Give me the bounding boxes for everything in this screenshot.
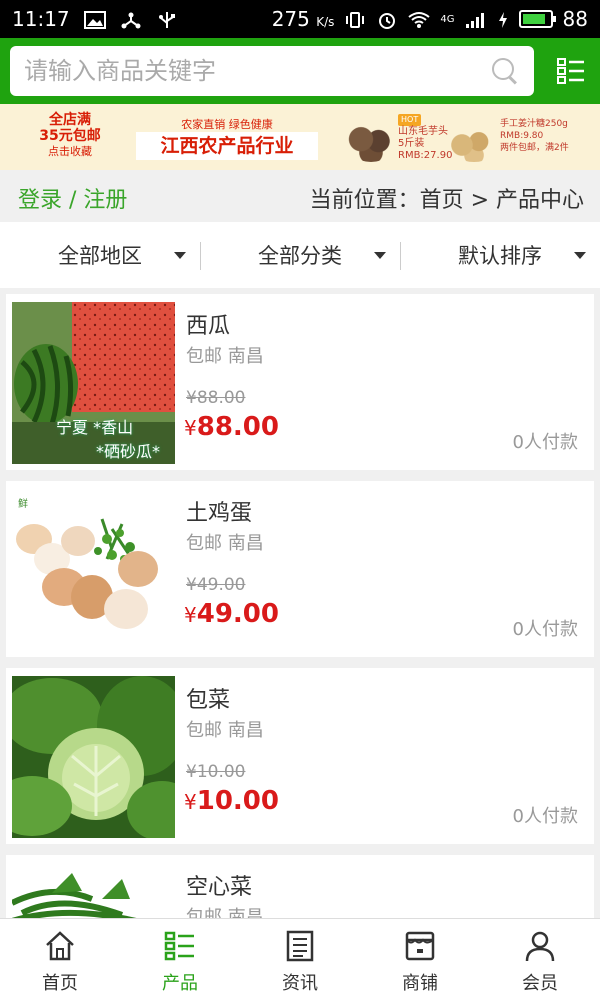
alarm-icon [376,10,398,29]
promo-banner[interactable]: 全店满 35元包邮 点击收藏 农家直销 绿色健康 江西农产品行业 HOT 山东毛… [0,104,600,170]
product-card[interactable]: 包菜 包邮 南昌 ¥10.00 ¥10.00 0人付款 [6,668,594,844]
charging-icon [497,10,509,28]
app-header [0,38,600,104]
product-image-water-spinach [12,863,175,918]
battery-icon [518,10,556,28]
nav-stores[interactable]: 商铺 [360,919,480,1000]
home-icon [46,931,74,961]
product-shipping: 包邮 南昌 [186,346,264,367]
list-menu-icon [557,58,584,84]
banner-promo: 全店满 35元包邮 点击收藏 [39,112,101,158]
taro-image [346,124,396,162]
bottom-nav: 首页 产品 资讯 商铺 会员 [0,918,600,1000]
product-original-price: ¥88.00 [186,388,246,408]
image-caption: 宁夏 *香山 [56,418,134,437]
filter-category[interactable]: 全部分类 [200,222,400,288]
product-card[interactable]: 空心菜 包邮 南昌 [6,855,594,918]
network-type: 4G [440,13,455,25]
nav-member[interactable]: 会员 [480,919,600,1000]
filter-region[interactable]: 全部地区 [0,222,200,288]
banner-title: 江西农产品行业 [136,132,318,160]
login-register-link[interactable]: 登录 / 注册 [18,182,127,214]
product-list: 宁夏 *香山 *硒砂瓜* 西瓜 包邮 南昌 ¥88.00 ¥88.00 0人付款 [0,288,600,918]
filter-bar: 全部地区 全部分类 默认排序 [0,222,600,288]
image-icon [83,10,106,29]
product-price: ¥10.00 [184,786,279,816]
location-bar: 登录 / 注册 当前位置：首页 > 产品中心 [0,170,600,222]
search-icon[interactable] [490,56,520,86]
search-box[interactable] [10,46,534,96]
product-original-price: ¥10.00 [186,762,246,782]
product-paid-count: 0人付款 [512,432,578,453]
store-icon [405,931,435,961]
search-input[interactable] [24,57,490,85]
list-icon [164,931,194,961]
category-menu-button[interactable] [556,56,586,86]
product-shipping: 包邮 南昌 [186,720,264,741]
nav-home[interactable]: 首页 [0,919,120,1000]
share-icon [120,10,142,29]
dropdown-arrow-icon [174,252,186,259]
product-original-price: ¥49.00 [186,575,246,595]
product-image-eggs: 鲜 [12,489,175,651]
product-paid-count: 0人付款 [512,806,578,827]
battery-percent: 88 [562,7,588,31]
product-image-watermelon: 宁夏 *香山 *硒砂瓜* [12,302,175,464]
dropdown-arrow-icon [374,252,386,259]
product-card[interactable]: 鲜 土鸡蛋 包邮 南昌 ¥49.00 ¥49.00 0人付款 [6,481,594,657]
product-shipping: 包邮 南昌 [186,907,264,918]
banner-item-2: 手工姜汁糖250g RMB:9.80 两件包邮，满2件 [500,119,569,153]
product-name: 土鸡蛋 [186,501,253,526]
filter-sort[interactable]: 默认排序 [400,222,600,288]
svg-text:鲜: 鲜 [18,497,28,510]
status-time: 11:17 [12,7,70,31]
wifi-icon [408,10,431,28]
nav-products[interactable]: 产品 [120,919,240,1000]
dropdown-arrow-icon [574,252,586,259]
product-paid-count: 0人付款 [512,619,578,640]
banner-item-1: HOT 山东毛芋头 5斤装 RMB:27.90 [398,114,453,161]
vibrate-icon [344,10,366,28]
news-icon [286,930,314,962]
image-caption: *硒砂瓜* [96,442,161,461]
product-price: ¥49.00 [184,599,279,629]
ginger-candy-image [450,128,498,162]
product-name: 西瓜 [186,314,231,339]
product-card[interactable]: 宁夏 *香山 *硒砂瓜* 西瓜 包邮 南昌 ¥88.00 ¥88.00 0人付款 [6,294,594,470]
product-shipping: 包邮 南昌 [186,533,264,554]
banner-slogan: 农家直销 绿色健康 [181,118,273,131]
signal-icon [465,10,487,28]
nav-news[interactable]: 资讯 [240,919,360,1000]
user-icon [525,931,555,962]
product-name: 空心菜 [186,875,253,900]
status-bar: 11:17 275 K/s 4G 88 [0,0,600,38]
product-image-cabbage [12,676,175,838]
network-speed: 275 K/s [271,7,335,31]
product-name: 包菜 [186,688,231,713]
product-price: ¥88.00 [184,412,279,442]
usb-icon [156,10,178,28]
breadcrumb: 当前位置：首页 > 产品中心 [309,188,584,213]
